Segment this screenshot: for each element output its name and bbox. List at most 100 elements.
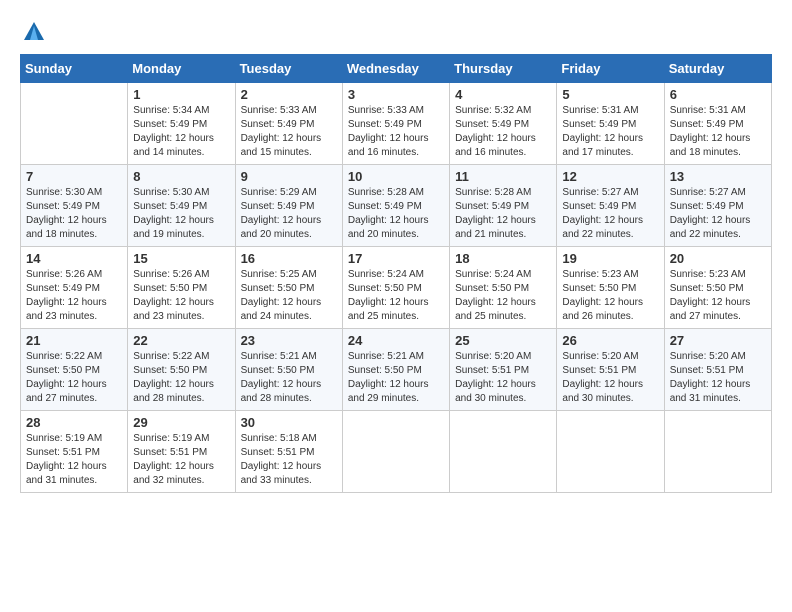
cell-info: Sunrise: 5:20 AMSunset: 5:51 PMDaylight:…	[562, 350, 658, 406]
day-number: 7	[26, 169, 122, 184]
day-number: 16	[241, 251, 337, 266]
day-number: 26	[562, 333, 658, 348]
day-number: 4	[455, 87, 551, 102]
calendar-cell: 30 Sunrise: 5:18 AMSunset: 5:51 PMDaylig…	[235, 411, 342, 493]
cell-info: Sunrise: 5:29 AMSunset: 5:49 PMDaylight:…	[241, 186, 337, 242]
cell-info: Sunrise: 5:31 AMSunset: 5:49 PMDaylight:…	[670, 104, 766, 160]
cell-info: Sunrise: 5:23 AMSunset: 5:50 PMDaylight:…	[670, 268, 766, 324]
logo	[20, 20, 46, 44]
calendar-cell: 28 Sunrise: 5:19 AMSunset: 5:51 PMDaylig…	[21, 411, 128, 493]
weekday-header-thursday: Thursday	[450, 55, 557, 83]
calendar-cell: 15 Sunrise: 5:26 AMSunset: 5:50 PMDaylig…	[128, 247, 235, 329]
day-number: 30	[241, 415, 337, 430]
day-number: 19	[562, 251, 658, 266]
calendar-cell: 27 Sunrise: 5:20 AMSunset: 5:51 PMDaylig…	[664, 329, 771, 411]
day-number: 24	[348, 333, 444, 348]
calendar-cell	[557, 411, 664, 493]
calendar-cell: 2 Sunrise: 5:33 AMSunset: 5:49 PMDayligh…	[235, 83, 342, 165]
calendar-cell	[664, 411, 771, 493]
day-number: 8	[133, 169, 229, 184]
week-row-2: 7 Sunrise: 5:30 AMSunset: 5:49 PMDayligh…	[21, 165, 772, 247]
cell-info: Sunrise: 5:34 AMSunset: 5:49 PMDaylight:…	[133, 104, 229, 160]
calendar-cell: 10 Sunrise: 5:28 AMSunset: 5:49 PMDaylig…	[342, 165, 449, 247]
cell-info: Sunrise: 5:24 AMSunset: 5:50 PMDaylight:…	[455, 268, 551, 324]
day-number: 10	[348, 169, 444, 184]
weekday-header-saturday: Saturday	[664, 55, 771, 83]
calendar-cell: 18 Sunrise: 5:24 AMSunset: 5:50 PMDaylig…	[450, 247, 557, 329]
weekday-header-monday: Monday	[128, 55, 235, 83]
day-number: 1	[133, 87, 229, 102]
calendar-cell: 24 Sunrise: 5:21 AMSunset: 5:50 PMDaylig…	[342, 329, 449, 411]
cell-info: Sunrise: 5:20 AMSunset: 5:51 PMDaylight:…	[670, 350, 766, 406]
day-number: 13	[670, 169, 766, 184]
calendar-cell: 1 Sunrise: 5:34 AMSunset: 5:49 PMDayligh…	[128, 83, 235, 165]
cell-info: Sunrise: 5:21 AMSunset: 5:50 PMDaylight:…	[241, 350, 337, 406]
cell-info: Sunrise: 5:22 AMSunset: 5:50 PMDaylight:…	[26, 350, 122, 406]
day-number: 6	[670, 87, 766, 102]
day-number: 29	[133, 415, 229, 430]
cell-info: Sunrise: 5:33 AMSunset: 5:49 PMDaylight:…	[348, 104, 444, 160]
calendar-cell: 3 Sunrise: 5:33 AMSunset: 5:49 PMDayligh…	[342, 83, 449, 165]
logo-icon	[22, 20, 46, 44]
calendar-cell: 23 Sunrise: 5:21 AMSunset: 5:50 PMDaylig…	[235, 329, 342, 411]
day-number: 5	[562, 87, 658, 102]
day-number: 28	[26, 415, 122, 430]
day-number: 9	[241, 169, 337, 184]
day-number: 23	[241, 333, 337, 348]
cell-info: Sunrise: 5:27 AMSunset: 5:49 PMDaylight:…	[670, 186, 766, 242]
calendar-cell: 9 Sunrise: 5:29 AMSunset: 5:49 PMDayligh…	[235, 165, 342, 247]
cell-info: Sunrise: 5:24 AMSunset: 5:50 PMDaylight:…	[348, 268, 444, 324]
weekday-header-tuesday: Tuesday	[235, 55, 342, 83]
calendar-cell: 16 Sunrise: 5:25 AMSunset: 5:50 PMDaylig…	[235, 247, 342, 329]
cell-info: Sunrise: 5:22 AMSunset: 5:50 PMDaylight:…	[133, 350, 229, 406]
calendar-cell: 25 Sunrise: 5:20 AMSunset: 5:51 PMDaylig…	[450, 329, 557, 411]
calendar-cell: 7 Sunrise: 5:30 AMSunset: 5:49 PMDayligh…	[21, 165, 128, 247]
day-number: 11	[455, 169, 551, 184]
cell-info: Sunrise: 5:30 AMSunset: 5:49 PMDaylight:…	[26, 186, 122, 242]
calendar-cell: 11 Sunrise: 5:28 AMSunset: 5:49 PMDaylig…	[450, 165, 557, 247]
calendar-table: SundayMondayTuesdayWednesdayThursdayFrid…	[20, 54, 772, 493]
page-header	[20, 20, 772, 44]
cell-info: Sunrise: 5:21 AMSunset: 5:50 PMDaylight:…	[348, 350, 444, 406]
calendar-cell: 4 Sunrise: 5:32 AMSunset: 5:49 PMDayligh…	[450, 83, 557, 165]
calendar-cell: 6 Sunrise: 5:31 AMSunset: 5:49 PMDayligh…	[664, 83, 771, 165]
cell-info: Sunrise: 5:20 AMSunset: 5:51 PMDaylight:…	[455, 350, 551, 406]
cell-info: Sunrise: 5:19 AMSunset: 5:51 PMDaylight:…	[133, 432, 229, 488]
day-number: 2	[241, 87, 337, 102]
calendar-cell: 13 Sunrise: 5:27 AMSunset: 5:49 PMDaylig…	[664, 165, 771, 247]
day-number: 17	[348, 251, 444, 266]
cell-info: Sunrise: 5:33 AMSunset: 5:49 PMDaylight:…	[241, 104, 337, 160]
cell-info: Sunrise: 5:18 AMSunset: 5:51 PMDaylight:…	[241, 432, 337, 488]
cell-info: Sunrise: 5:32 AMSunset: 5:49 PMDaylight:…	[455, 104, 551, 160]
day-number: 21	[26, 333, 122, 348]
day-number: 25	[455, 333, 551, 348]
calendar-cell: 12 Sunrise: 5:27 AMSunset: 5:49 PMDaylig…	[557, 165, 664, 247]
cell-info: Sunrise: 5:25 AMSunset: 5:50 PMDaylight:…	[241, 268, 337, 324]
calendar-cell: 26 Sunrise: 5:20 AMSunset: 5:51 PMDaylig…	[557, 329, 664, 411]
day-number: 20	[670, 251, 766, 266]
day-number: 18	[455, 251, 551, 266]
calendar-cell: 29 Sunrise: 5:19 AMSunset: 5:51 PMDaylig…	[128, 411, 235, 493]
week-row-3: 14 Sunrise: 5:26 AMSunset: 5:49 PMDaylig…	[21, 247, 772, 329]
calendar-cell: 5 Sunrise: 5:31 AMSunset: 5:49 PMDayligh…	[557, 83, 664, 165]
day-number: 15	[133, 251, 229, 266]
calendar-cell: 22 Sunrise: 5:22 AMSunset: 5:50 PMDaylig…	[128, 329, 235, 411]
cell-info: Sunrise: 5:31 AMSunset: 5:49 PMDaylight:…	[562, 104, 658, 160]
week-row-4: 21 Sunrise: 5:22 AMSunset: 5:50 PMDaylig…	[21, 329, 772, 411]
calendar-cell	[342, 411, 449, 493]
day-number: 12	[562, 169, 658, 184]
cell-info: Sunrise: 5:27 AMSunset: 5:49 PMDaylight:…	[562, 186, 658, 242]
calendar-cell	[450, 411, 557, 493]
cell-info: Sunrise: 5:30 AMSunset: 5:49 PMDaylight:…	[133, 186, 229, 242]
cell-info: Sunrise: 5:28 AMSunset: 5:49 PMDaylight:…	[455, 186, 551, 242]
calendar-cell: 17 Sunrise: 5:24 AMSunset: 5:50 PMDaylig…	[342, 247, 449, 329]
weekday-header-sunday: Sunday	[21, 55, 128, 83]
calendar-cell	[21, 83, 128, 165]
weekday-header-wednesday: Wednesday	[342, 55, 449, 83]
day-number: 14	[26, 251, 122, 266]
day-number: 22	[133, 333, 229, 348]
day-number: 3	[348, 87, 444, 102]
weekday-header-row: SundayMondayTuesdayWednesdayThursdayFrid…	[21, 55, 772, 83]
cell-info: Sunrise: 5:23 AMSunset: 5:50 PMDaylight:…	[562, 268, 658, 324]
calendar-cell: 19 Sunrise: 5:23 AMSunset: 5:50 PMDaylig…	[557, 247, 664, 329]
